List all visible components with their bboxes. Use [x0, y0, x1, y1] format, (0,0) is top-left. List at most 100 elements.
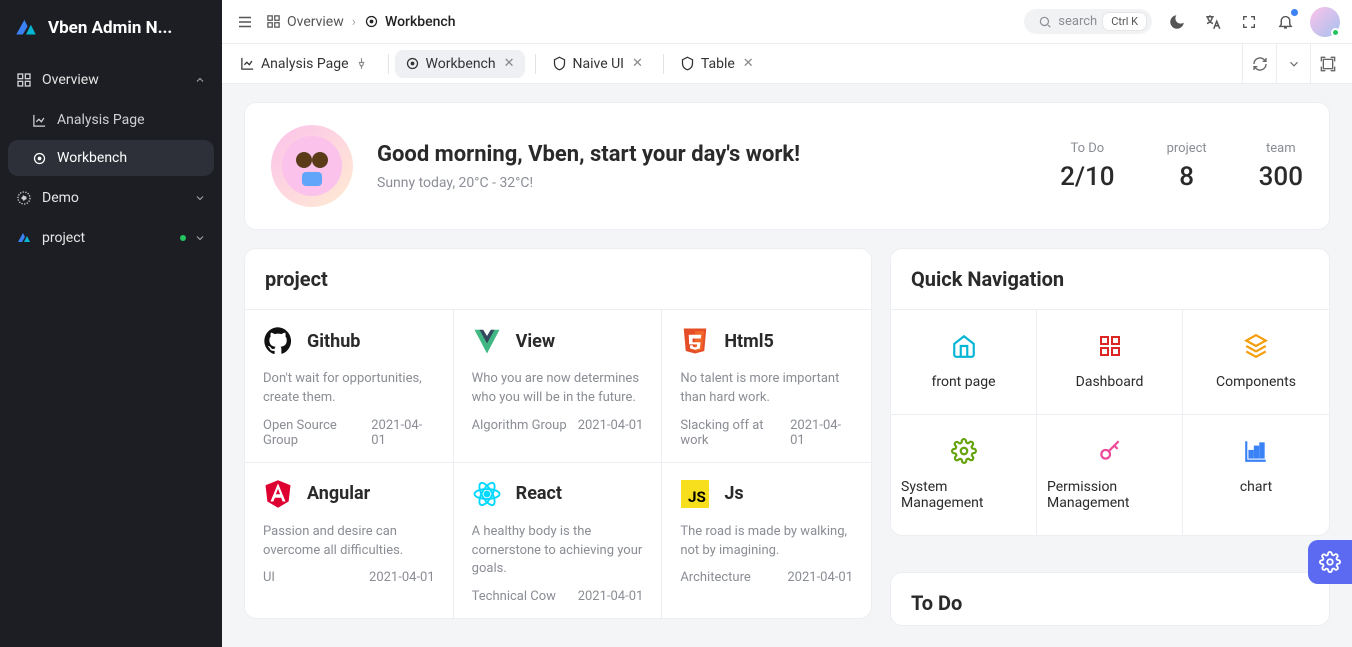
project-card[interactable]: Html5 No talent is more important than h… — [662, 309, 871, 462]
avatar[interactable] — [1310, 7, 1340, 37]
stat-team: team 300 — [1259, 141, 1303, 192]
chevron-down-icon — [194, 192, 206, 204]
quick-item-system[interactable]: System Management — [891, 414, 1037, 535]
layers-icon — [1242, 332, 1270, 360]
tab-table[interactable]: Table ✕ — [670, 50, 764, 78]
close-icon[interactable]: ✕ — [743, 56, 754, 71]
nav: Overview Analysis Page Workbench Demo — [0, 56, 222, 262]
content: Good morning, Vben, start your day's wor… — [222, 84, 1352, 647]
sidebar-item-label: Workbench — [57, 150, 127, 166]
search-kbd: Ctrl K — [1103, 13, 1146, 30]
home-icon — [950, 332, 978, 360]
tabs-fullscreen-icon[interactable] — [1310, 44, 1344, 84]
quick-item-chart[interactable]: chart — [1183, 414, 1329, 535]
target-icon — [32, 151, 47, 166]
react-icon — [472, 479, 502, 509]
notification-dot-icon — [1291, 9, 1298, 16]
key-icon — [1096, 437, 1124, 465]
nav-group-project[interactable]: project — [8, 218, 214, 258]
project-card[interactable]: Github Don't wait for opportunities, cre… — [245, 309, 454, 462]
nav-demo-label: Demo — [42, 190, 79, 206]
chevron-up-icon — [194, 74, 206, 86]
stat-project: project 8 — [1167, 141, 1207, 192]
tab-workbench[interactable]: Workbench ✕ — [395, 50, 525, 78]
sidebar-item-analysis[interactable]: Analysis Page — [8, 102, 214, 138]
theme-toggle-icon[interactable] — [1166, 11, 1188, 33]
grid-icon — [1096, 332, 1124, 360]
svg-text:JS: JS — [688, 488, 706, 506]
quick-item-permission[interactable]: Permission Management — [1037, 414, 1183, 535]
tabs-dropdown-icon[interactable] — [1276, 44, 1310, 84]
presence-dot-icon — [1331, 28, 1340, 37]
chevron-down-icon — [194, 232, 206, 244]
gear-icon — [950, 437, 978, 465]
breadcrumb-current: Workbench — [364, 14, 456, 30]
sidebar-item-workbench[interactable]: Workbench — [8, 140, 214, 176]
gear-icon — [1319, 551, 1341, 573]
vue-icon — [472, 326, 502, 356]
html5-icon — [680, 326, 710, 356]
welcome-subtitle: Sunny today, 20°C - 32°C! — [377, 175, 1036, 191]
project-card[interactable]: Angular Passion and desire can overcome … — [245, 462, 454, 619]
tab-naive[interactable]: Naive UI ✕ — [542, 50, 653, 78]
settings-fab[interactable] — [1308, 540, 1352, 584]
quick-nav-title: Quick Navigation — [891, 249, 1329, 309]
nav-group-demo[interactable]: Demo — [8, 178, 214, 218]
shield-icon — [680, 56, 695, 71]
status-dot-icon — [180, 235, 186, 241]
breadcrumb: Overview › Workbench — [266, 14, 456, 30]
sidebar: Vben Admin N... Overview Analysis Page W… — [0, 0, 222, 647]
js-icon: JS — [680, 479, 710, 509]
welcome-card: Good morning, Vben, start your day's wor… — [244, 102, 1330, 230]
logo-icon — [12, 14, 40, 42]
quick-item-components[interactable]: Components — [1183, 309, 1329, 414]
stat-todo: To Do 2/10 — [1060, 141, 1114, 192]
quick-item-home[interactable]: front page — [891, 309, 1037, 414]
nav-overview-label: Overview — [42, 72, 99, 88]
close-icon[interactable]: ✕ — [632, 56, 643, 71]
close-icon[interactable]: ✕ — [504, 56, 515, 71]
tabs: Analysis Page Workbench ✕ Naive UI ✕ Tab… — [222, 44, 1352, 84]
project-card[interactable]: JS Js The road is made by walking, not b… — [662, 462, 871, 619]
breadcrumb-root[interactable]: Overview — [266, 14, 344, 30]
logo-mini-icon — [16, 230, 32, 246]
welcome-title: Good morning, Vben, start your day's wor… — [377, 142, 1036, 167]
menu-toggle-icon[interactable] — [234, 11, 256, 33]
quick-item-dashboard[interactable]: Dashboard — [1037, 309, 1183, 414]
brand[interactable]: Vben Admin N... — [0, 0, 222, 56]
todo-title: To Do — [891, 573, 1329, 625]
quick-nav-card: Quick Navigation front page Dashboard — [890, 248, 1330, 536]
bar-chart-icon — [1242, 437, 1270, 465]
demo-icon — [16, 190, 32, 206]
tab-analysis[interactable]: Analysis Page — [230, 50, 378, 78]
pin-icon[interactable] — [355, 57, 368, 70]
dashboard-icon — [16, 72, 32, 88]
dashboard-icon — [266, 14, 281, 29]
github-icon — [263, 326, 293, 356]
project-card[interactable]: View Who you are now determines who you … — [454, 309, 663, 462]
chart-icon — [32, 113, 47, 128]
welcome-avatar — [271, 125, 353, 207]
chevron-right-icon: › — [352, 14, 356, 30]
target-icon — [405, 56, 420, 71]
projects-card: project Github Don't wait for opportunit… — [244, 248, 872, 619]
target-icon — [364, 14, 379, 29]
todo-card: To Do — [890, 572, 1330, 626]
project-card[interactable]: React A healthy body is the cornerstone … — [454, 462, 663, 619]
search-placeholder: search — [1058, 14, 1097, 29]
nav-group-overview[interactable]: Overview — [8, 60, 214, 100]
brand-name: Vben Admin N... — [48, 18, 172, 38]
search-input[interactable]: search Ctrl K — [1024, 9, 1152, 34]
language-icon[interactable] — [1202, 11, 1224, 33]
sidebar-item-label: Analysis Page — [57, 112, 145, 128]
projects-title: project — [245, 249, 871, 309]
shield-icon — [552, 56, 567, 71]
fullscreen-icon[interactable] — [1238, 11, 1260, 33]
nav-project-label: project — [42, 230, 85, 246]
chart-icon — [240, 56, 255, 71]
search-icon — [1038, 15, 1052, 29]
topbar: Overview › Workbench search Ctrl K — [222, 0, 1352, 44]
angular-icon — [263, 479, 293, 509]
tabs-refresh-icon[interactable] — [1242, 44, 1276, 84]
bell-icon[interactable] — [1274, 11, 1296, 33]
